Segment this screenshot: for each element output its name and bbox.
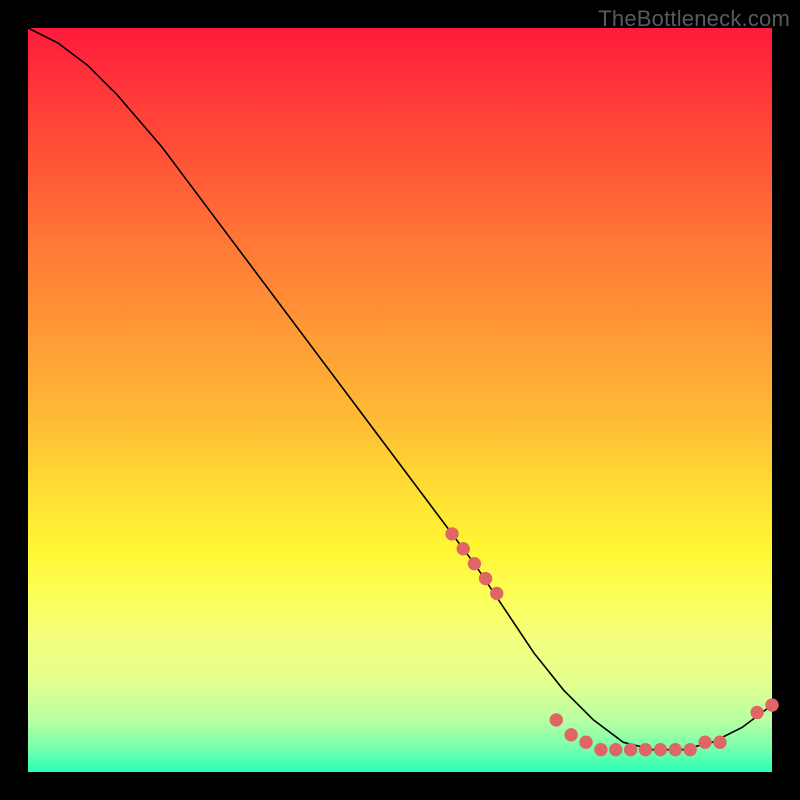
bottleneck-curve	[28, 28, 772, 750]
highlight-marker	[765, 698, 778, 711]
highlight-marker	[669, 743, 682, 756]
chart-container: TheBottleneck.com	[0, 0, 800, 800]
highlight-marker	[654, 743, 667, 756]
highlight-marker	[479, 572, 492, 585]
highlight-marker	[624, 743, 637, 756]
highlight-marker	[750, 706, 763, 719]
highlight-marker	[457, 542, 470, 555]
highlight-marker	[639, 743, 652, 756]
highlight-marker	[698, 736, 711, 749]
highlight-marker	[490, 587, 503, 600]
highlight-marker	[564, 728, 577, 741]
highlight-marker	[550, 713, 563, 726]
chart-overlay-svg	[28, 28, 772, 772]
highlight-marker	[445, 527, 458, 540]
highlight-marker	[683, 743, 696, 756]
highlight-marker	[468, 557, 481, 570]
highlight-marker	[579, 736, 592, 749]
highlight-markers-group	[445, 527, 778, 756]
highlight-marker	[594, 743, 607, 756]
highlight-marker	[609, 743, 622, 756]
highlight-marker	[713, 736, 726, 749]
